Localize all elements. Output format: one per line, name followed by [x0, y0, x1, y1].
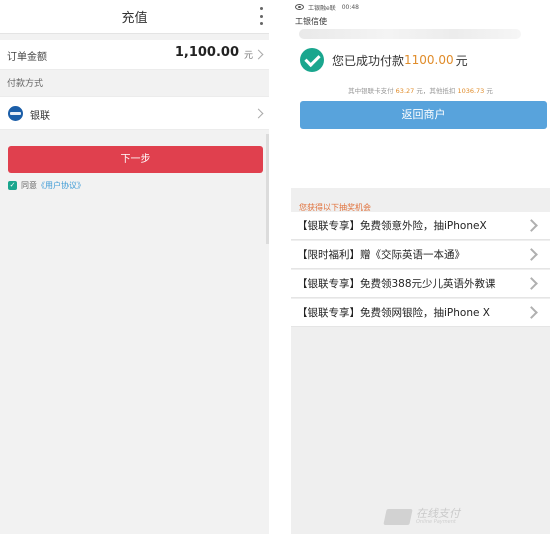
chevron-right-icon	[253, 49, 264, 60]
status-time: 00:48	[341, 3, 359, 11]
promo-item-label: 【银联专享】免费领388元少儿英语外教课	[297, 278, 496, 290]
payment-method-unionpay[interactable]: 银联	[0, 96, 269, 130]
agreement-row: ✓ 同意 《用户协议》	[8, 180, 85, 190]
unionpay-watermark-icon	[383, 508, 413, 525]
order-amount-unit: 元	[243, 51, 253, 61]
payment-result-screen: 工银融e联 00:48 工银信使 您已成功付款 1100.00 元 其中银联卡支…	[291, 0, 550, 534]
promo-item[interactable]: 【银联专享】免费领意外险，抽iPhoneX	[291, 212, 550, 240]
chevron-right-icon	[525, 219, 538, 232]
eye-icon	[295, 4, 304, 10]
success-unit: 元	[455, 53, 468, 68]
promo-item-label: 【银联专享】免费领网银险，抽iPhone X	[297, 307, 490, 319]
success-text: 您已成功付款	[332, 53, 405, 68]
detail-card-amount: 63.27	[395, 87, 415, 95]
order-amount-row[interactable]: 订单金额 1,100.00 元	[0, 40, 269, 70]
promo-item-label: 【限时福利】赠《交际英语一本通》	[297, 249, 465, 261]
chevron-right-icon	[525, 277, 538, 290]
checkbox-checked-icon[interactable]: ✓	[8, 180, 17, 190]
chevron-right-icon	[525, 248, 538, 261]
watermark-cn: 在线支付	[416, 507, 460, 520]
app-title: 工银信使	[295, 17, 327, 26]
order-amount-value: 1,100.00	[174, 45, 239, 60]
status-app-name: 工银融e联	[308, 4, 336, 12]
order-amount-label: 订单金额	[7, 52, 47, 63]
unionpay-icon	[8, 106, 23, 121]
success-amount: 1100.00	[404, 53, 454, 67]
return-to-merchant-button[interactable]: 返回商户	[300, 101, 547, 129]
more-vertical-icon[interactable]	[257, 7, 265, 25]
agreement-prefix: 同意	[21, 180, 37, 190]
online-payment-watermark: 在线支付 Online Payment	[383, 507, 460, 525]
payment-breakdown: 其中银联卡支付 63.27 元，其他抵扣 1036.73 元	[291, 85, 550, 95]
page-title: 充值	[121, 11, 148, 26]
detail-suffix: 元	[486, 87, 493, 95]
detail-prefix: 其中银联卡支付	[348, 87, 394, 95]
recharge-screen: 充值 订单金额 1,100.00 元 付款方式 银联 下一步 ✓ 同意 《用户协…	[0, 0, 269, 534]
promo-item[interactable]: 【银联专享】免费领388元少儿英语外教课	[291, 270, 550, 298]
scroll-indicator	[266, 134, 269, 244]
success-check-icon	[300, 48, 324, 72]
header-bar: 充值	[0, 0, 269, 34]
detail-mid: 元，其他抵扣	[416, 87, 456, 95]
payment-method-label: 银联	[30, 111, 50, 122]
watermark-en: Online Payment	[416, 519, 456, 525]
promo-item[interactable]: 【限时福利】赠《交际英语一本通》	[291, 241, 550, 269]
payment-method-heading: 付款方式	[7, 79, 44, 89]
detail-other-amount: 1036.73	[457, 87, 485, 95]
payment-success: 您已成功付款 1100.00 元	[300, 48, 468, 72]
promo-item-label: 【银联专享】免费领意外险，抽iPhoneX	[297, 220, 487, 232]
blurred-content	[299, 29, 521, 39]
status-bar: 工银融e联 00:48	[295, 2, 359, 12]
chevron-right-icon	[253, 108, 264, 119]
promo-item[interactable]: 【银联专享】免费领网银险，抽iPhone X	[291, 299, 550, 327]
user-agreement-link[interactable]: 《用户协议》	[37, 180, 85, 191]
next-step-button[interactable]: 下一步	[8, 146, 263, 173]
chevron-right-icon	[525, 306, 538, 319]
